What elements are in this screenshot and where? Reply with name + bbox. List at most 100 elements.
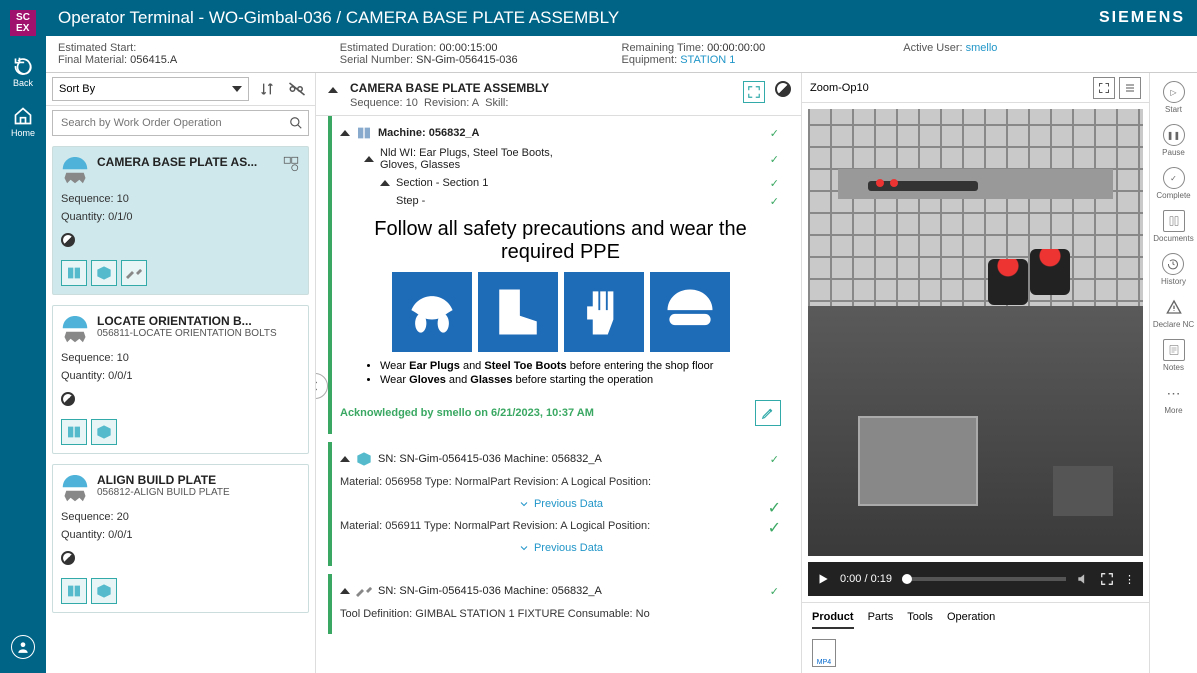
ack-text: Acknowledged by smello on 6/21/2023, 10:… bbox=[340, 407, 755, 419]
ppe-earplugs-icon bbox=[392, 272, 472, 352]
op-sequence: Sequence: 20 bbox=[61, 511, 300, 523]
status-indicator bbox=[61, 233, 75, 247]
toggle-icon[interactable] bbox=[340, 456, 350, 462]
toggle-icon[interactable] bbox=[380, 180, 390, 186]
config-icon[interactable] bbox=[282, 155, 300, 173]
wi-scroll[interactable]: Machine: 056832_A✓ Nld WI: Ear Plugs, St… bbox=[316, 116, 801, 673]
user-avatar[interactable] bbox=[11, 635, 35, 659]
op-action-button[interactable] bbox=[121, 260, 147, 286]
history-button[interactable]: History bbox=[1161, 253, 1186, 286]
previous-data-link[interactable]: Previous Data bbox=[340, 538, 781, 558]
complete-button[interactable]: ✓Complete bbox=[1156, 167, 1190, 200]
material-row: Material: 056958 Type: NormalPart Revisi… bbox=[340, 470, 781, 494]
expand-icon bbox=[747, 85, 761, 99]
start-button[interactable]: ▷Start bbox=[1163, 81, 1185, 114]
operation-card[interactable]: LOCATE ORIENTATION B...056811-LOCATE ORI… bbox=[52, 305, 309, 454]
toggle-icon[interactable] bbox=[340, 130, 350, 136]
video-menu-icon[interactable]: ⋮ bbox=[1124, 573, 1135, 586]
notes-button[interactable]: Notes bbox=[1163, 339, 1185, 372]
safety-heading: Follow all safety precautions and wear t… bbox=[370, 218, 751, 264]
zoom-label: Zoom-Op10 bbox=[810, 82, 869, 94]
chevron-down-icon bbox=[518, 542, 530, 554]
tab-operation[interactable]: Operation bbox=[947, 607, 995, 629]
op-sequence: Sequence: 10 bbox=[61, 193, 300, 205]
sort-dropdown[interactable]: Sort By bbox=[52, 77, 249, 101]
nav-back[interactable]: Back bbox=[13, 56, 33, 88]
remain-value: 00:00:00:00 bbox=[707, 42, 765, 54]
op-title: CAMERA BASE PLATE AS... bbox=[97, 155, 274, 169]
page-title: Operator Terminal - WO-Gimbal-036 / CAME… bbox=[58, 8, 619, 28]
titlebar: Operator Terminal - WO-Gimbal-036 / CAME… bbox=[46, 0, 1197, 36]
nav-rail: SCEX Back Home bbox=[0, 0, 46, 673]
op-sequence: Sequence: 10 bbox=[61, 352, 300, 364]
list-view-button[interactable] bbox=[1119, 77, 1141, 99]
tab-parts[interactable]: Parts bbox=[868, 607, 894, 629]
play-icon[interactable] bbox=[816, 572, 830, 586]
op-action-button[interactable] bbox=[61, 578, 87, 604]
pencil-icon bbox=[761, 406, 775, 420]
3d-viewer[interactable] bbox=[808, 109, 1143, 556]
toggle-icon[interactable] bbox=[364, 156, 374, 162]
search-button[interactable] bbox=[284, 111, 308, 135]
brand-logo: SIEMENS bbox=[1099, 9, 1185, 27]
documents-button[interactable]: Documents bbox=[1153, 210, 1193, 243]
op-action-button[interactable] bbox=[91, 419, 117, 445]
search-row bbox=[52, 110, 309, 136]
cube-icon bbox=[356, 451, 372, 467]
hardhat-icon bbox=[61, 473, 89, 505]
tab-tools[interactable]: Tools bbox=[907, 607, 933, 629]
fullscreen-icon[interactable] bbox=[1100, 572, 1114, 586]
wi-block-main: Machine: 056832_A✓ Nld WI: Ear Plugs, St… bbox=[328, 116, 789, 434]
est-dur-label: Estimated Duration: bbox=[340, 42, 437, 54]
status-indicator bbox=[775, 81, 791, 97]
nav-home[interactable]: Home bbox=[11, 106, 35, 138]
video-time: 0:00 / 0:19 bbox=[840, 573, 892, 585]
chevron-down-icon bbox=[518, 498, 530, 510]
declare-nc-button[interactable]: Declare NC bbox=[1153, 296, 1194, 329]
expand-view-button[interactable] bbox=[1093, 77, 1115, 99]
op-action-button[interactable] bbox=[61, 260, 87, 286]
previous-data-link[interactable]: Previous Data bbox=[340, 494, 781, 514]
wi-block-materials: SN: SN-Gim-056415-036 Machine: 056832_A✓… bbox=[328, 442, 789, 566]
warning-icon bbox=[1163, 296, 1185, 318]
attachments: MP4 bbox=[802, 633, 1149, 673]
tab-product[interactable]: Product bbox=[812, 607, 854, 629]
hardhat-icon bbox=[61, 155, 89, 187]
op-action-button[interactable] bbox=[91, 578, 117, 604]
equip-link[interactable]: STATION 1 bbox=[680, 54, 735, 66]
right-pane: Zoom-Op10 bbox=[801, 73, 1149, 673]
op-action-button[interactable] bbox=[61, 419, 87, 445]
status-indicator bbox=[61, 551, 75, 565]
search-input[interactable] bbox=[53, 117, 284, 129]
op-quantity: Quantity: 0/0/1 bbox=[61, 370, 300, 382]
volume-icon[interactable] bbox=[1076, 572, 1090, 586]
pause-button[interactable]: ❚❚Pause bbox=[1162, 124, 1185, 157]
right-tabs: Product Parts Tools Operation bbox=[802, 602, 1149, 633]
back-icon bbox=[13, 56, 33, 76]
edit-button[interactable] bbox=[755, 400, 781, 426]
check-icon: ✓ bbox=[768, 498, 781, 518]
operation-card[interactable]: ALIGN BUILD PLATE056812-ALIGN BUILD PLAT… bbox=[52, 464, 309, 613]
user-link[interactable]: smello bbox=[966, 42, 998, 54]
chevron-down-icon bbox=[232, 86, 242, 92]
fullscreen-button[interactable] bbox=[743, 81, 765, 103]
check-icon: ✓ bbox=[770, 153, 779, 166]
expand-icon bbox=[1098, 82, 1110, 94]
collapse-icon[interactable] bbox=[328, 87, 338, 93]
sort-dir-button[interactable] bbox=[255, 77, 279, 101]
operation-card[interactable]: CAMERA BASE PLATE AS...Sequence: 10Quant… bbox=[52, 146, 309, 295]
material-row: Material: 056911 Type: NormalPart Revisi… bbox=[340, 514, 781, 538]
more-button[interactable]: ⋯More bbox=[1163, 382, 1185, 415]
center-pane: CAMERA BASE PLATE ASSEMBLY Sequence: 10 … bbox=[316, 73, 801, 673]
video-progress[interactable] bbox=[902, 577, 1066, 581]
file-attachment[interactable]: MP4 bbox=[812, 639, 836, 667]
main-region: Operator Terminal - WO-Gimbal-036 / CAME… bbox=[46, 0, 1197, 673]
ppe-gloves-icon bbox=[564, 272, 644, 352]
toggle-icon[interactable] bbox=[340, 588, 350, 594]
op-title: LOCATE ORIENTATION B... bbox=[97, 314, 300, 328]
ppe-boots-icon bbox=[478, 272, 558, 352]
op-action-button[interactable] bbox=[91, 260, 117, 286]
wi-title: CAMERA BASE PLATE ASSEMBLY bbox=[350, 81, 789, 95]
est-start-label: Estimated Start: bbox=[58, 42, 136, 54]
filter-button[interactable] bbox=[285, 77, 309, 101]
